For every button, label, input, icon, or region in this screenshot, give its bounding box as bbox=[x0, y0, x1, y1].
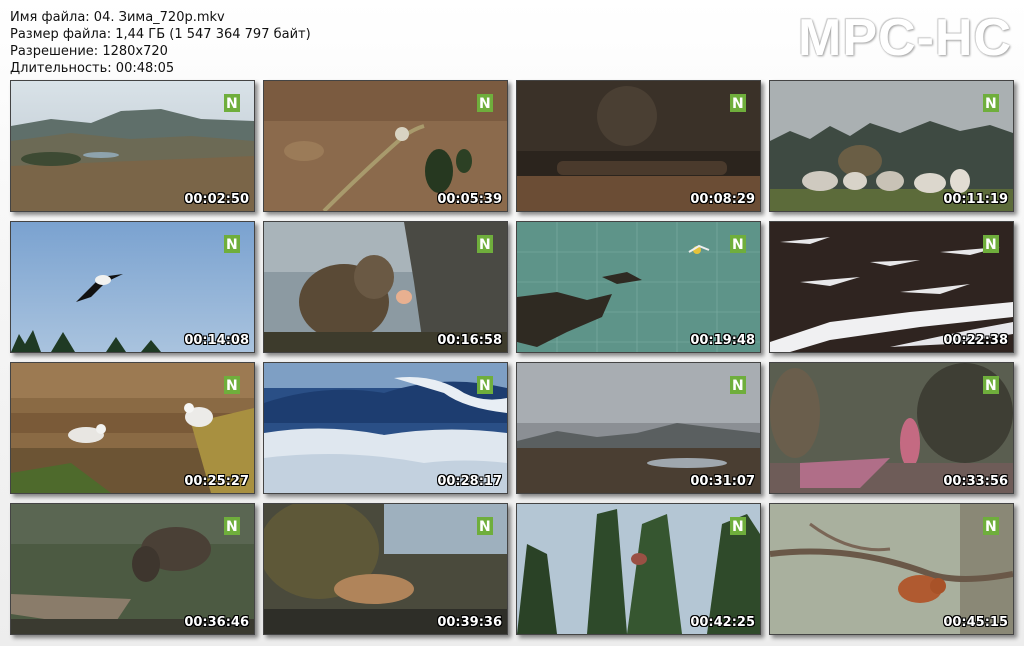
svg-text:N: N bbox=[226, 378, 238, 394]
timestamp-label: 00:05:39 bbox=[437, 192, 502, 207]
thumbnail-tile[interactable]: N 00:22:38 bbox=[769, 221, 1014, 353]
channel-logo-icon: N bbox=[730, 235, 746, 253]
svg-text:N: N bbox=[479, 519, 491, 535]
thumbnail-tile[interactable]: N 00:31:07 bbox=[516, 362, 761, 494]
thumbnail-tile[interactable]: N 00:25:27 bbox=[10, 362, 255, 494]
channel-logo-icon: N bbox=[983, 517, 999, 535]
svg-text:N: N bbox=[732, 378, 744, 394]
svg-text:N: N bbox=[985, 96, 997, 112]
duration-label: Длительность: 00:48:05 bbox=[10, 61, 175, 76]
thumbnail-tile[interactable]: N 00:14:08 bbox=[10, 221, 255, 353]
timestamp-label: 00:42:25 bbox=[690, 615, 755, 630]
thumbnail-tile[interactable]: N 00:39:36 bbox=[263, 503, 508, 635]
svg-text:N: N bbox=[226, 96, 238, 112]
timestamp-label: 00:45:15 bbox=[943, 615, 1008, 630]
thumbnail-tile[interactable]: N 00:05:39 bbox=[263, 80, 508, 212]
thumbnail-tile[interactable]: N 00:19:48 bbox=[516, 221, 761, 353]
channel-logo-icon: N bbox=[224, 235, 240, 253]
channel-logo-icon: N bbox=[224, 376, 240, 394]
timestamp-label: 00:25:27 bbox=[184, 474, 249, 489]
thumbnail-tile[interactable]: N 00:36:46 bbox=[10, 503, 255, 635]
channel-logo-icon: N bbox=[224, 517, 240, 535]
svg-text:N: N bbox=[226, 237, 238, 253]
svg-text:N: N bbox=[479, 237, 491, 253]
timestamp-label: 00:36:46 bbox=[184, 615, 249, 630]
svg-text:N: N bbox=[732, 237, 744, 253]
brand-watermark: MPC-HC bbox=[798, 9, 1012, 67]
timestamp-label: 00:33:56 bbox=[943, 474, 1008, 489]
timestamp-label: 00:28:17 bbox=[437, 474, 502, 489]
thumbnail-tile[interactable]: N 00:02:50 bbox=[10, 80, 255, 212]
svg-text:N: N bbox=[985, 237, 997, 253]
channel-logo-icon: N bbox=[477, 235, 493, 253]
timestamp-label: 00:08:29 bbox=[690, 192, 755, 207]
thumbnail-tile[interactable]: N 00:16:58 bbox=[263, 221, 508, 353]
timestamp-label: 00:19:48 bbox=[690, 333, 755, 348]
thumbnail-tile[interactable]: N 00:11:19 bbox=[769, 80, 1014, 212]
channel-logo-icon: N bbox=[477, 94, 493, 112]
svg-text:N: N bbox=[479, 378, 491, 394]
filesize-label: Размер файла: 1,44 ГБ (1 547 364 797 бай… bbox=[10, 27, 311, 42]
svg-text:N: N bbox=[732, 519, 744, 535]
channel-logo-icon: N bbox=[224, 94, 240, 112]
channel-logo-icon: N bbox=[983, 94, 999, 112]
svg-text:N: N bbox=[985, 378, 997, 394]
svg-text:N: N bbox=[226, 519, 238, 535]
channel-logo-icon: N bbox=[730, 517, 746, 535]
channel-logo-icon: N bbox=[983, 235, 999, 253]
thumbnail-tile[interactable]: N 00:42:25 bbox=[516, 503, 761, 635]
svg-text:N: N bbox=[985, 519, 997, 535]
timestamp-label: 00:14:08 bbox=[184, 333, 249, 348]
timestamp-label: 00:39:36 bbox=[437, 615, 502, 630]
svg-text:N: N bbox=[732, 96, 744, 112]
thumbnail-tile[interactable]: N 00:45:15 bbox=[769, 503, 1014, 635]
timestamp-label: 00:31:07 bbox=[690, 474, 755, 489]
thumbnail-tile[interactable]: N 00:28:17 bbox=[263, 362, 508, 494]
channel-logo-icon: N bbox=[477, 517, 493, 535]
channel-logo-icon: N bbox=[983, 376, 999, 394]
timestamp-label: 00:11:19 bbox=[943, 192, 1008, 207]
svg-text:N: N bbox=[479, 96, 491, 112]
timestamp-label: 00:16:58 bbox=[437, 333, 502, 348]
thumbnail-tile[interactable]: N 00:08:29 bbox=[516, 80, 761, 212]
timestamp-label: 00:02:50 bbox=[184, 192, 249, 207]
resolution-label: Разрешение: 1280x720 bbox=[10, 44, 168, 59]
file-info-panel: Имя файла: 04. Зима_720p.mkv Размер файл… bbox=[10, 9, 311, 77]
timestamp-label: 00:22:38 bbox=[943, 333, 1008, 348]
thumbnail-tile[interactable]: N 00:33:56 bbox=[769, 362, 1014, 494]
channel-logo-icon: N bbox=[730, 94, 746, 112]
filename-label: Имя файла: 04. Зима_720p.mkv bbox=[10, 10, 225, 25]
channel-logo-icon: N bbox=[477, 376, 493, 394]
channel-logo-icon: N bbox=[730, 376, 746, 394]
